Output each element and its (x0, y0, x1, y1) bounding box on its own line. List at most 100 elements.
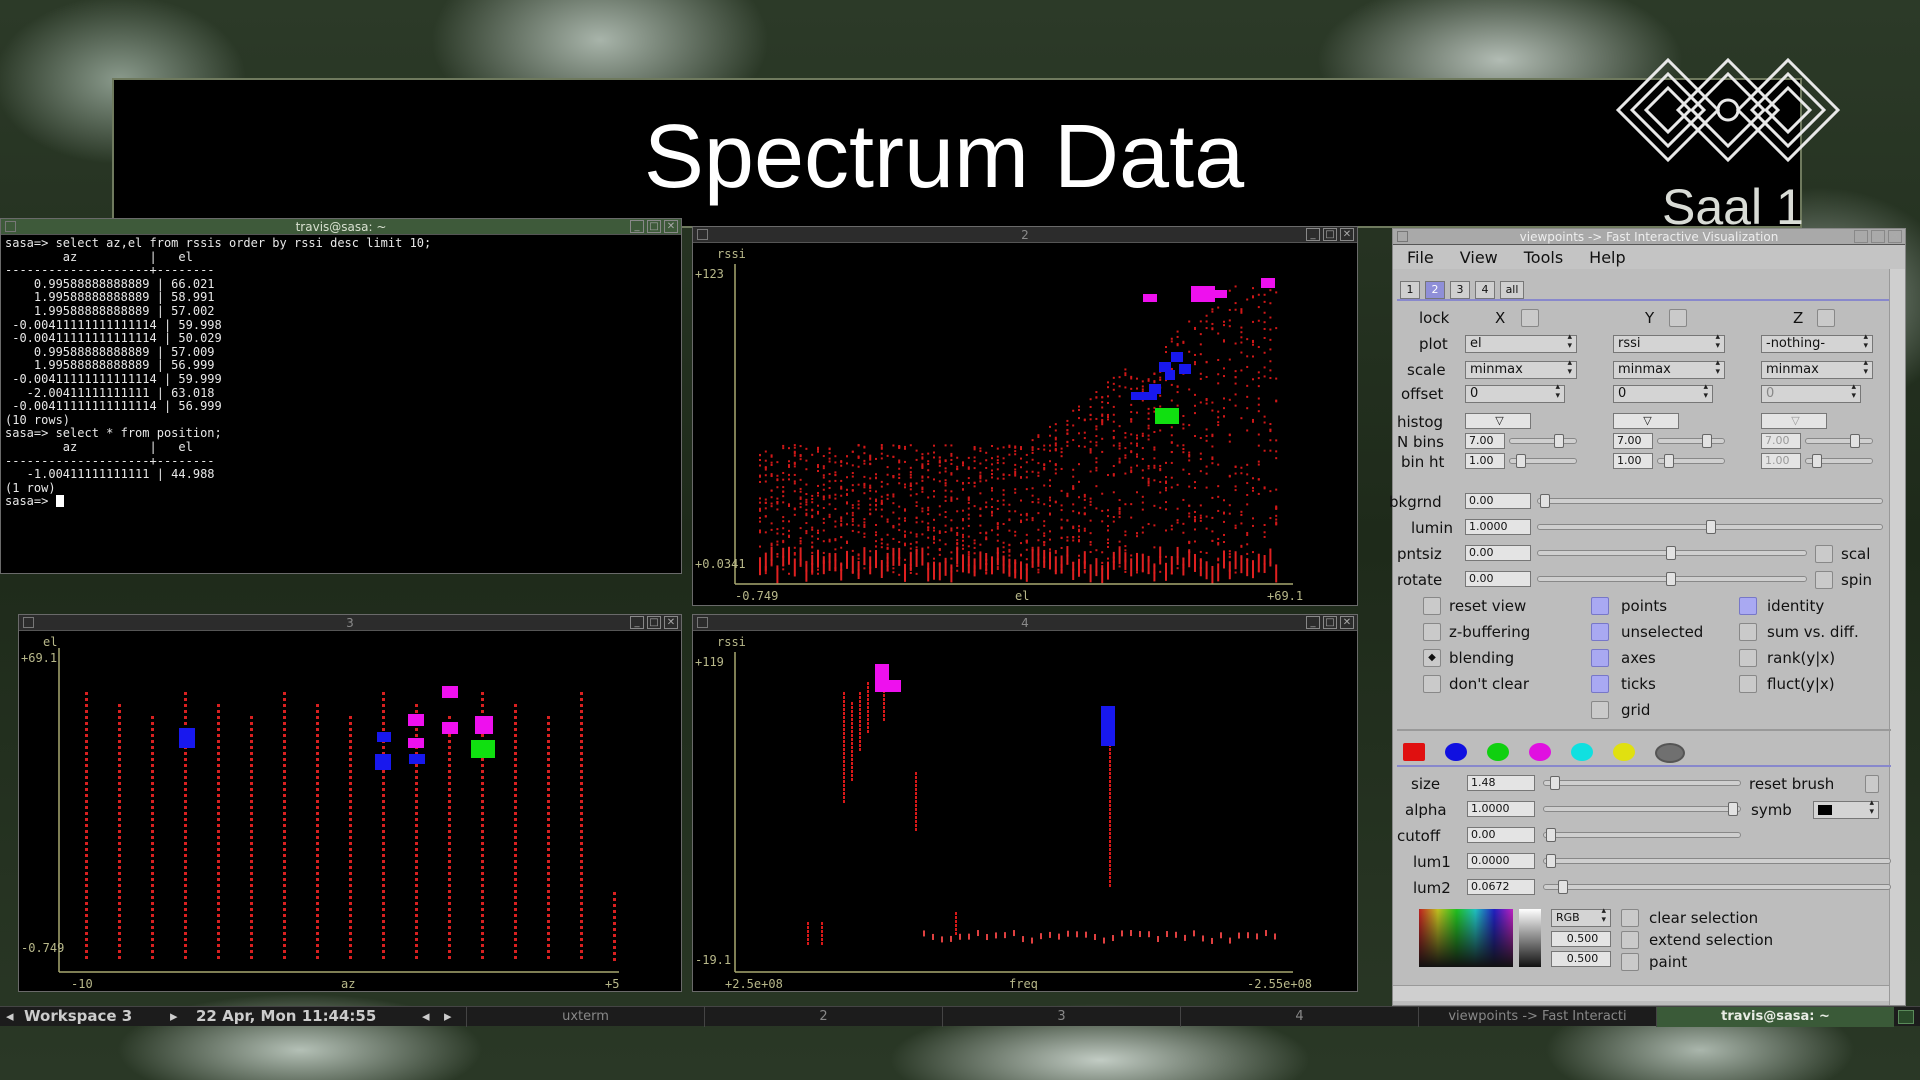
rank-checkbox[interactable] (1739, 649, 1757, 667)
task-viewpoints[interactable]: viewpoints -> Fast Interacti (1418, 1007, 1656, 1027)
scale-y-select[interactable]: minmax (1613, 359, 1725, 379)
minimize-icon[interactable]: _ (1306, 616, 1320, 629)
ticks-checkbox[interactable] (1591, 675, 1609, 693)
plot-z-select[interactable]: -nothing- (1761, 333, 1873, 353)
brush-lum2-field[interactable]: 0.0672 (1467, 879, 1535, 895)
brush-color-swatch[interactable] (1655, 743, 1685, 763)
brush-color-swatch[interactable] (1487, 743, 1509, 761)
workspace-label[interactable]: Workspace 3 (24, 1007, 132, 1027)
brush-color-swatch[interactable] (1613, 743, 1635, 761)
pntsiz-slider[interactable] (1537, 546, 1807, 560)
paint-checkbox[interactable] (1621, 953, 1639, 971)
reset-brush-checkbox[interactable] (1865, 775, 1879, 793)
task-uxterm[interactable]: uxterm (466, 1007, 704, 1027)
sum-vs-diff-checkbox[interactable] (1739, 623, 1757, 641)
extend-selection-checkbox[interactable] (1621, 931, 1639, 949)
nbins-y-slider[interactable] (1657, 434, 1725, 448)
maximize-icon[interactable]: □ (1323, 228, 1337, 241)
close-icon[interactable]: ✕ (664, 616, 678, 629)
spin-checkbox[interactable] (1815, 571, 1833, 589)
brush-alpha-field[interactable]: 1.0000 (1467, 801, 1535, 817)
terminal-output[interactable]: sasa=> select az,el from rssis order by … (1, 235, 681, 511)
brush-size-field[interactable]: 1.48 (1467, 775, 1535, 791)
plot-y-select[interactable]: rssi (1613, 333, 1725, 353)
maximize-icon[interactable]: □ (647, 220, 661, 233)
tray-icon[interactable] (1898, 1010, 1914, 1024)
close-icon[interactable]: ✕ (1340, 616, 1354, 629)
value-slider[interactable] (1519, 909, 1541, 967)
window-next-icon[interactable]: ▸ (444, 1007, 452, 1027)
tab-1[interactable]: 1 (1400, 281, 1420, 299)
binht-x-slider[interactable] (1509, 454, 1577, 468)
brush-alpha-slider[interactable] (1543, 802, 1741, 816)
terminal-titlebar[interactable]: travis@sasa: ~ _ □ ✕ (1, 219, 681, 235)
maximize-icon[interactable]: □ (647, 616, 661, 629)
workspace-prev-icon[interactable]: ◂ (6, 1007, 14, 1027)
grid-checkbox[interactable] (1591, 701, 1609, 719)
terminal-window[interactable]: travis@sasa: ~ _ □ ✕ sasa=> select az,el f… (0, 218, 682, 574)
menu-help[interactable]: Help (1589, 248, 1625, 267)
histog-z-dropdown[interactable]: ▽ (1761, 413, 1827, 429)
lock-y-checkbox[interactable] (1669, 309, 1687, 327)
nbins-x-slider[interactable] (1509, 434, 1577, 448)
window-menu-icon[interactable] (697, 229, 708, 240)
brush-lum1-slider[interactable] (1543, 854, 1891, 868)
nbins-z-slider[interactable] (1805, 434, 1873, 448)
lumin-slider[interactable] (1537, 520, 1883, 534)
task-plot-3[interactable]: 3 (942, 1007, 1180, 1027)
nbins-x-field[interactable]: 7.00 (1465, 433, 1505, 449)
pntsiz-field[interactable]: 0.00 (1465, 545, 1531, 561)
binht-z-slider[interactable] (1805, 454, 1873, 468)
brush-lum2-slider[interactable] (1543, 880, 1891, 894)
tab-4[interactable]: 4 (1475, 281, 1495, 299)
window-menu-icon[interactable] (1397, 231, 1408, 242)
bkgrnd-slider[interactable] (1537, 494, 1883, 508)
window-menu-icon[interactable] (5, 221, 16, 232)
unselected-checkbox[interactable] (1591, 623, 1609, 641)
brush-color-swatch[interactable] (1445, 743, 1467, 761)
task-plot-2[interactable]: 2 (704, 1007, 942, 1027)
color-mode-select[interactable]: RGB (1551, 907, 1611, 927)
brush-color-swatch[interactable] (1571, 743, 1593, 761)
dont-clear-checkbox[interactable] (1423, 675, 1441, 693)
window-menu-icon[interactable] (697, 617, 708, 628)
brush-size-slider[interactable] (1543, 776, 1741, 790)
scale-checkbox[interactable] (1815, 545, 1833, 563)
brush-color-swatch[interactable] (1529, 743, 1551, 761)
scale-z-select[interactable]: minmax (1761, 359, 1873, 379)
plot-x-select[interactable]: el (1465, 333, 1577, 353)
histog-x-dropdown[interactable]: ▽ (1465, 413, 1531, 429)
lumin-field[interactable]: 1.0000 (1465, 519, 1531, 535)
menu-view[interactable]: View (1460, 248, 1498, 267)
z-buffering-checkbox[interactable] (1423, 623, 1441, 641)
menu-file[interactable]: File (1407, 248, 1434, 267)
binht-y-slider[interactable] (1657, 454, 1725, 468)
color-wheel[interactable] (1419, 909, 1513, 967)
plot3-canvas[interactable]: el +69.1 -0.749 -10 az +5 (19, 632, 681, 990)
maximize-icon[interactable]: □ (1871, 230, 1885, 243)
binht-z-field[interactable]: 1.00 (1761, 453, 1801, 469)
color-value-2[interactable]: 0.500 (1551, 951, 1611, 967)
blending-checkbox[interactable]: ◆ (1423, 649, 1441, 667)
plot4-titlebar[interactable]: 4 _ □ ✕ (693, 615, 1357, 631)
axes-checkbox[interactable] (1591, 649, 1609, 667)
color-value-1[interactable]: 0.500 (1551, 931, 1611, 947)
nbins-z-field[interactable]: 7.00 (1761, 433, 1801, 449)
rotate-field[interactable]: 0.00 (1465, 571, 1531, 587)
identity-checkbox[interactable] (1739, 597, 1757, 615)
reset-view-checkbox[interactable] (1423, 597, 1441, 615)
symbol-select[interactable] (1813, 799, 1879, 819)
brush-cutoff-field[interactable]: 0.00 (1467, 827, 1535, 843)
tab-3[interactable]: 3 (1450, 281, 1470, 299)
plot2-canvas[interactable]: rssi +123 +0.0341 -0.749 el +69.1 (693, 244, 1357, 604)
task-plot-4[interactable]: 4 (1180, 1007, 1418, 1027)
points-checkbox[interactable] (1591, 597, 1609, 615)
plot-window-2[interactable]: 2 _ □ ✕ rssi +123 +0.0341 -0.749 el +69.1 (692, 226, 1358, 606)
rotate-slider[interactable] (1537, 572, 1807, 586)
task-terminal[interactable]: travis@sasa: ~ (1656, 1007, 1894, 1027)
binht-x-field[interactable]: 1.00 (1465, 453, 1505, 469)
clear-selection-checkbox[interactable] (1621, 909, 1639, 927)
plot4-canvas[interactable]: rssi +119 -19.1 +2.5e+08 freq -2.55e+08 (693, 632, 1357, 990)
plot2-titlebar[interactable]: 2 _ □ ✕ (693, 227, 1357, 243)
scale-x-select[interactable]: minmax (1465, 359, 1577, 379)
